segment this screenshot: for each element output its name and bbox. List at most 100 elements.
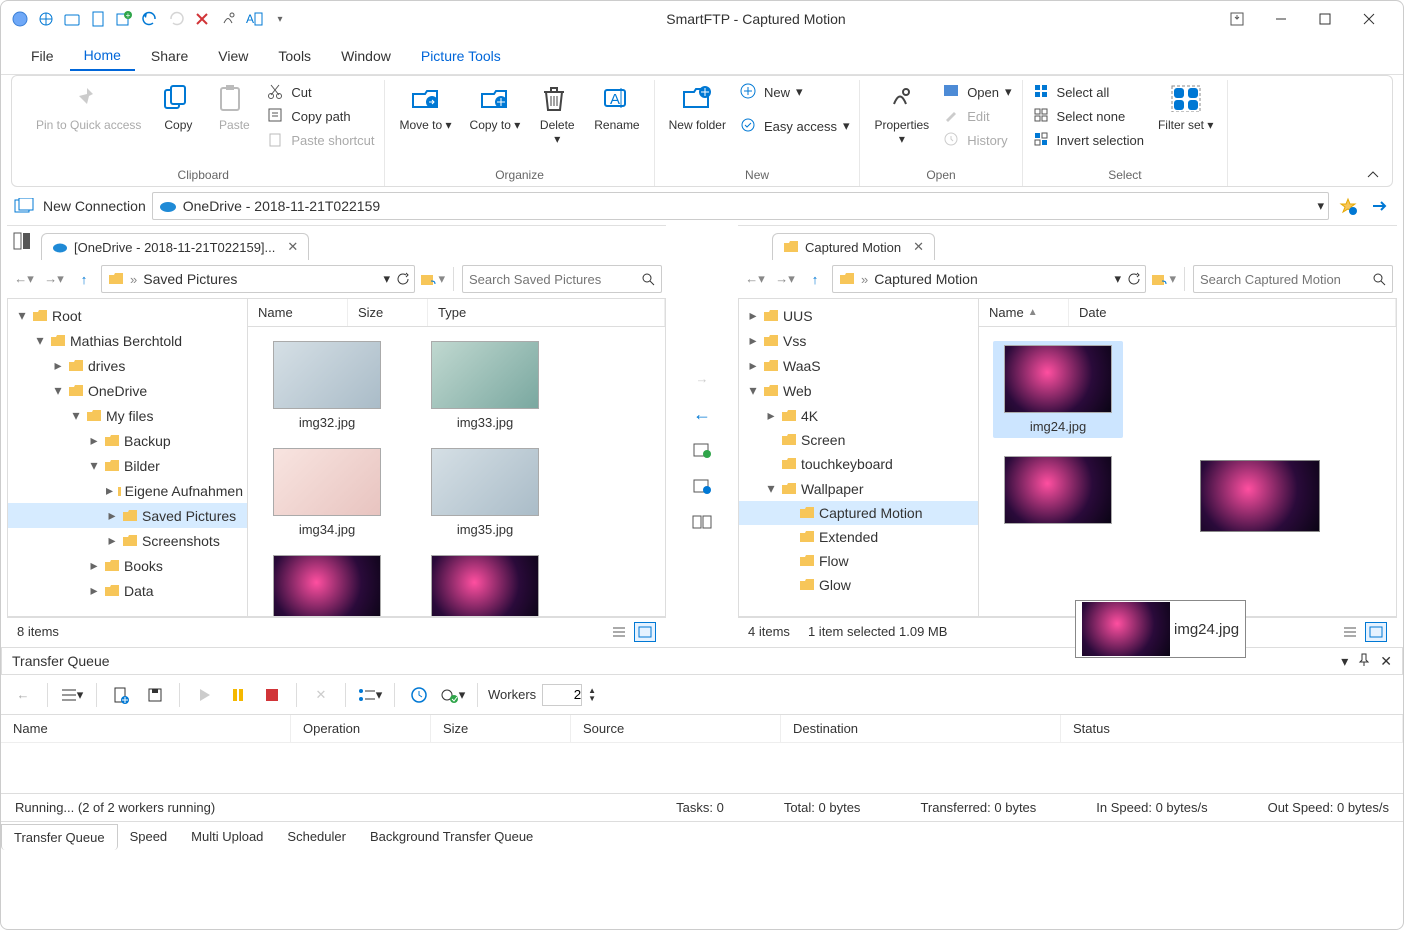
cut-button[interactable]: Cut: [263, 80, 378, 104]
copy-to-button[interactable]: Copy to ▾: [462, 80, 529, 136]
thumbs-view-icon[interactable]: [634, 622, 656, 642]
tree-node[interactable]: ▸4K: [739, 403, 978, 428]
menu-window[interactable]: Window: [327, 42, 405, 70]
tq-pin-icon[interactable]: [1358, 653, 1370, 670]
tq-save-icon[interactable]: [141, 681, 169, 709]
tree-node[interactable]: Screen: [739, 428, 978, 452]
tq-header[interactable]: Name Operation Size Source Destination S…: [1, 715, 1403, 743]
left-thumbs[interactable]: img32.jpgimg33.jpgimg34.jpgimg35.jpgimg2…: [248, 327, 665, 616]
workers-input[interactable]: [542, 684, 582, 706]
qa-close-icon[interactable]: [191, 8, 213, 30]
easy-access-button[interactable]: Easy access ▾: [736, 114, 854, 138]
xfer-left-icon[interactable]: ←: [688, 400, 716, 428]
thumbnail[interactable]: img25.jpg: [420, 555, 550, 616]
qa-settings-icon[interactable]: [217, 8, 239, 30]
tree-node[interactable]: ▸Books: [8, 553, 247, 578]
right-tree[interactable]: ▸UUS▸Vss▸WaaS▾Web▸4KScreentouchkeyboard▾…: [739, 299, 979, 616]
thumbnail[interactable]: img24.jpg: [262, 555, 392, 616]
refresh-icon[interactable]: [396, 272, 410, 286]
menu-view[interactable]: View: [204, 42, 262, 70]
qa-doc-icon[interactable]: [87, 8, 109, 30]
up-icon[interactable]: ↑: [71, 266, 97, 292]
ribbon-collapse-icon[interactable]: [1366, 170, 1380, 180]
left-search[interactable]: [462, 265, 662, 293]
history-button[interactable]: History: [939, 128, 1015, 152]
link-icon[interactable]: ▾: [419, 266, 445, 292]
invert-selection-button[interactable]: Invert selection: [1029, 128, 1148, 152]
right-thumbs[interactable]: img24.jpg: [979, 327, 1396, 616]
tree-node[interactable]: Captured Motion: [739, 501, 978, 525]
left-search-input[interactable]: [469, 272, 655, 287]
tree-node[interactable]: ▸Data: [8, 578, 247, 603]
undo-icon[interactable]: [139, 8, 161, 30]
tq-tab-queue[interactable]: Transfer Queue: [1, 824, 118, 850]
details-view-icon[interactable]: [1339, 622, 1361, 642]
xfer-compare-icon[interactable]: [688, 508, 716, 536]
details-view-icon[interactable]: [608, 622, 630, 642]
move-to-button[interactable]: Move to ▾: [391, 80, 459, 136]
left-tree[interactable]: ▾Root▾Mathias Berchtold▸drives▾OneDrive▾…: [8, 299, 248, 616]
up-icon[interactable]: ↑: [802, 266, 828, 292]
search-icon[interactable]: [1372, 272, 1386, 286]
right-search-input[interactable]: [1200, 272, 1386, 287]
qa-language-icon[interactable]: A: [243, 8, 265, 30]
tq-back-icon[interactable]: ←: [9, 681, 37, 709]
tq-tab-speed[interactable]: Speed: [118, 824, 180, 849]
forward-icon[interactable]: →▾: [772, 266, 798, 292]
right-list-header[interactable]: Name▲ Date: [979, 299, 1396, 327]
open-button[interactable]: Open ▾: [939, 80, 1015, 104]
tq-check-icon[interactable]: ▾: [439, 681, 467, 709]
left-tab[interactable]: [OneDrive - 2018-11-21T022159]... ✕: [41, 233, 309, 260]
tq-remove-icon[interactable]: ✕: [307, 681, 335, 709]
tree-node[interactable]: ▸Eigene Aufnahmen: [8, 478, 247, 503]
tree-node[interactable]: ▸Vss: [739, 328, 978, 353]
tree-node[interactable]: ▾Mathias Berchtold: [8, 328, 247, 353]
right-search[interactable]: [1193, 265, 1393, 293]
workers-down-icon[interactable]: ▼: [588, 695, 596, 703]
tree-node[interactable]: ▾OneDrive: [8, 378, 247, 403]
qa-globe-icon[interactable]: [35, 8, 57, 30]
tree-node[interactable]: ▸drives: [8, 353, 247, 378]
dropdown-icon[interactable]: ▾: [1317, 198, 1324, 214]
rename-button[interactable]: ARename: [586, 80, 647, 136]
tree-node[interactable]: ▸UUS: [739, 303, 978, 328]
favorites-icon[interactable]: [1335, 193, 1361, 219]
select-none-button[interactable]: Select none: [1029, 104, 1148, 128]
dropdown-icon[interactable]: ▾: [383, 271, 390, 287]
tq-tab-multi[interactable]: Multi Upload: [179, 824, 275, 849]
link-icon[interactable]: ▾: [1150, 266, 1176, 292]
tree-node[interactable]: ▾Root: [8, 303, 247, 328]
new-item-button[interactable]: New ▾: [736, 80, 854, 104]
properties-button[interactable]: Properties▾: [866, 80, 937, 151]
tq-tab-bg[interactable]: Background Transfer Queue: [358, 824, 545, 849]
tq-play-icon[interactable]: [190, 681, 218, 709]
left-path-combo[interactable]: » Saved Pictures ▾: [101, 265, 415, 293]
tree-node[interactable]: Glow: [739, 573, 978, 597]
tq-pause-icon[interactable]: [224, 681, 252, 709]
thumbs-view-icon[interactable]: [1365, 622, 1387, 642]
qa-open-icon[interactable]: [61, 8, 83, 30]
back-icon[interactable]: ←▾: [742, 266, 768, 292]
tq-grouplist-icon[interactable]: ▾: [356, 681, 384, 709]
tree-node[interactable]: ▾Wallpaper: [739, 476, 978, 501]
tree-node[interactable]: ▾Bilder: [8, 453, 247, 478]
thumbnail[interactable]: img24.jpg: [993, 341, 1123, 438]
forward-icon[interactable]: →▾: [41, 266, 67, 292]
redo-icon[interactable]: [165, 8, 187, 30]
tree-node[interactable]: ▸Saved Pictures: [8, 503, 247, 528]
menu-share[interactable]: Share: [137, 42, 202, 70]
left-list-header[interactable]: Name Size Type: [248, 299, 665, 327]
right-tab[interactable]: Captured Motion ✕: [772, 233, 935, 260]
thumbnail[interactable]: img34.jpg: [262, 448, 392, 537]
tq-schedule-icon[interactable]: [405, 681, 433, 709]
tree-node[interactable]: ▾My files: [8, 403, 247, 428]
search-icon[interactable]: [641, 272, 655, 286]
back-icon[interactable]: ←▾: [11, 266, 37, 292]
go-icon[interactable]: [1367, 193, 1393, 219]
right-path-combo[interactable]: » Captured Motion ▾: [832, 265, 1146, 293]
pin-button[interactable]: Pin to Quick access: [28, 80, 149, 136]
paste-shortcut-button[interactable]: Paste shortcut: [263, 128, 378, 152]
xfer-right-icon[interactable]: →: [688, 364, 716, 392]
new-connection-label[interactable]: New Connection: [43, 198, 146, 214]
delete-button[interactable]: Delete▾: [530, 80, 584, 151]
